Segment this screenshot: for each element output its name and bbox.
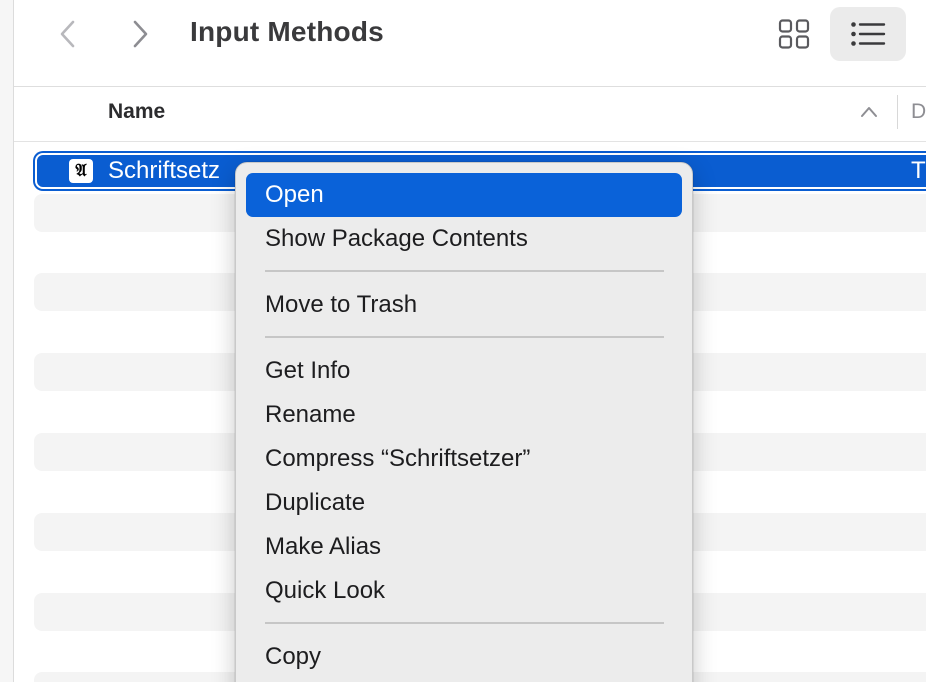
file-kind: T xyxy=(911,157,926,184)
menu-item-show-package-contents[interactable]: Show Package Contents xyxy=(246,217,682,261)
menu-item-compress[interactable]: Compress “Schriftsetzer” xyxy=(246,437,682,481)
menu-item-open[interactable]: Open xyxy=(246,173,682,217)
column-divider[interactable] xyxy=(897,95,898,129)
sidebar-edge xyxy=(0,0,14,682)
date-column-header[interactable]: D xyxy=(911,100,926,124)
toolbar: Input Methods xyxy=(14,0,926,87)
forward-button[interactable] xyxy=(120,14,160,54)
list-view-button[interactable] xyxy=(830,7,906,61)
window-title: Input Methods xyxy=(190,16,384,47)
menu-separator xyxy=(265,336,664,338)
context-menu: Open Show Package Contents Move to Trash… xyxy=(235,162,693,682)
chevron-up-icon[interactable] xyxy=(860,103,878,121)
grid-view-icon xyxy=(778,19,810,49)
menu-separator xyxy=(265,622,664,624)
menu-item-get-info[interactable]: Get Info xyxy=(246,349,682,393)
finder-window: Input Methods Name D 𝔄 Schriftsetz T Ope… xyxy=(0,0,926,682)
menu-item-move-to-trash[interactable]: Move to Trash xyxy=(246,283,682,327)
menu-item-duplicate[interactable]: Duplicate xyxy=(246,481,682,525)
column-header: Name D xyxy=(14,87,926,142)
menu-item-quick-look[interactable]: Quick Look xyxy=(246,569,682,613)
file-name: Schriftsetz xyxy=(108,157,221,184)
icon-view-button[interactable] xyxy=(756,7,832,61)
name-column-header[interactable]: Name xyxy=(108,100,165,124)
back-button[interactable] xyxy=(48,14,88,54)
menu-item-rename[interactable]: Rename xyxy=(246,393,682,437)
menu-item-copy[interactable]: Copy xyxy=(246,635,682,679)
list-view-icon xyxy=(851,22,886,46)
menu-item-make-alias[interactable]: Make Alias xyxy=(246,525,682,569)
menu-separator xyxy=(265,270,664,272)
chevron-left-icon xyxy=(60,20,75,48)
chevron-right-icon xyxy=(133,20,148,48)
input-method-icon: 𝔄 xyxy=(69,159,93,183)
